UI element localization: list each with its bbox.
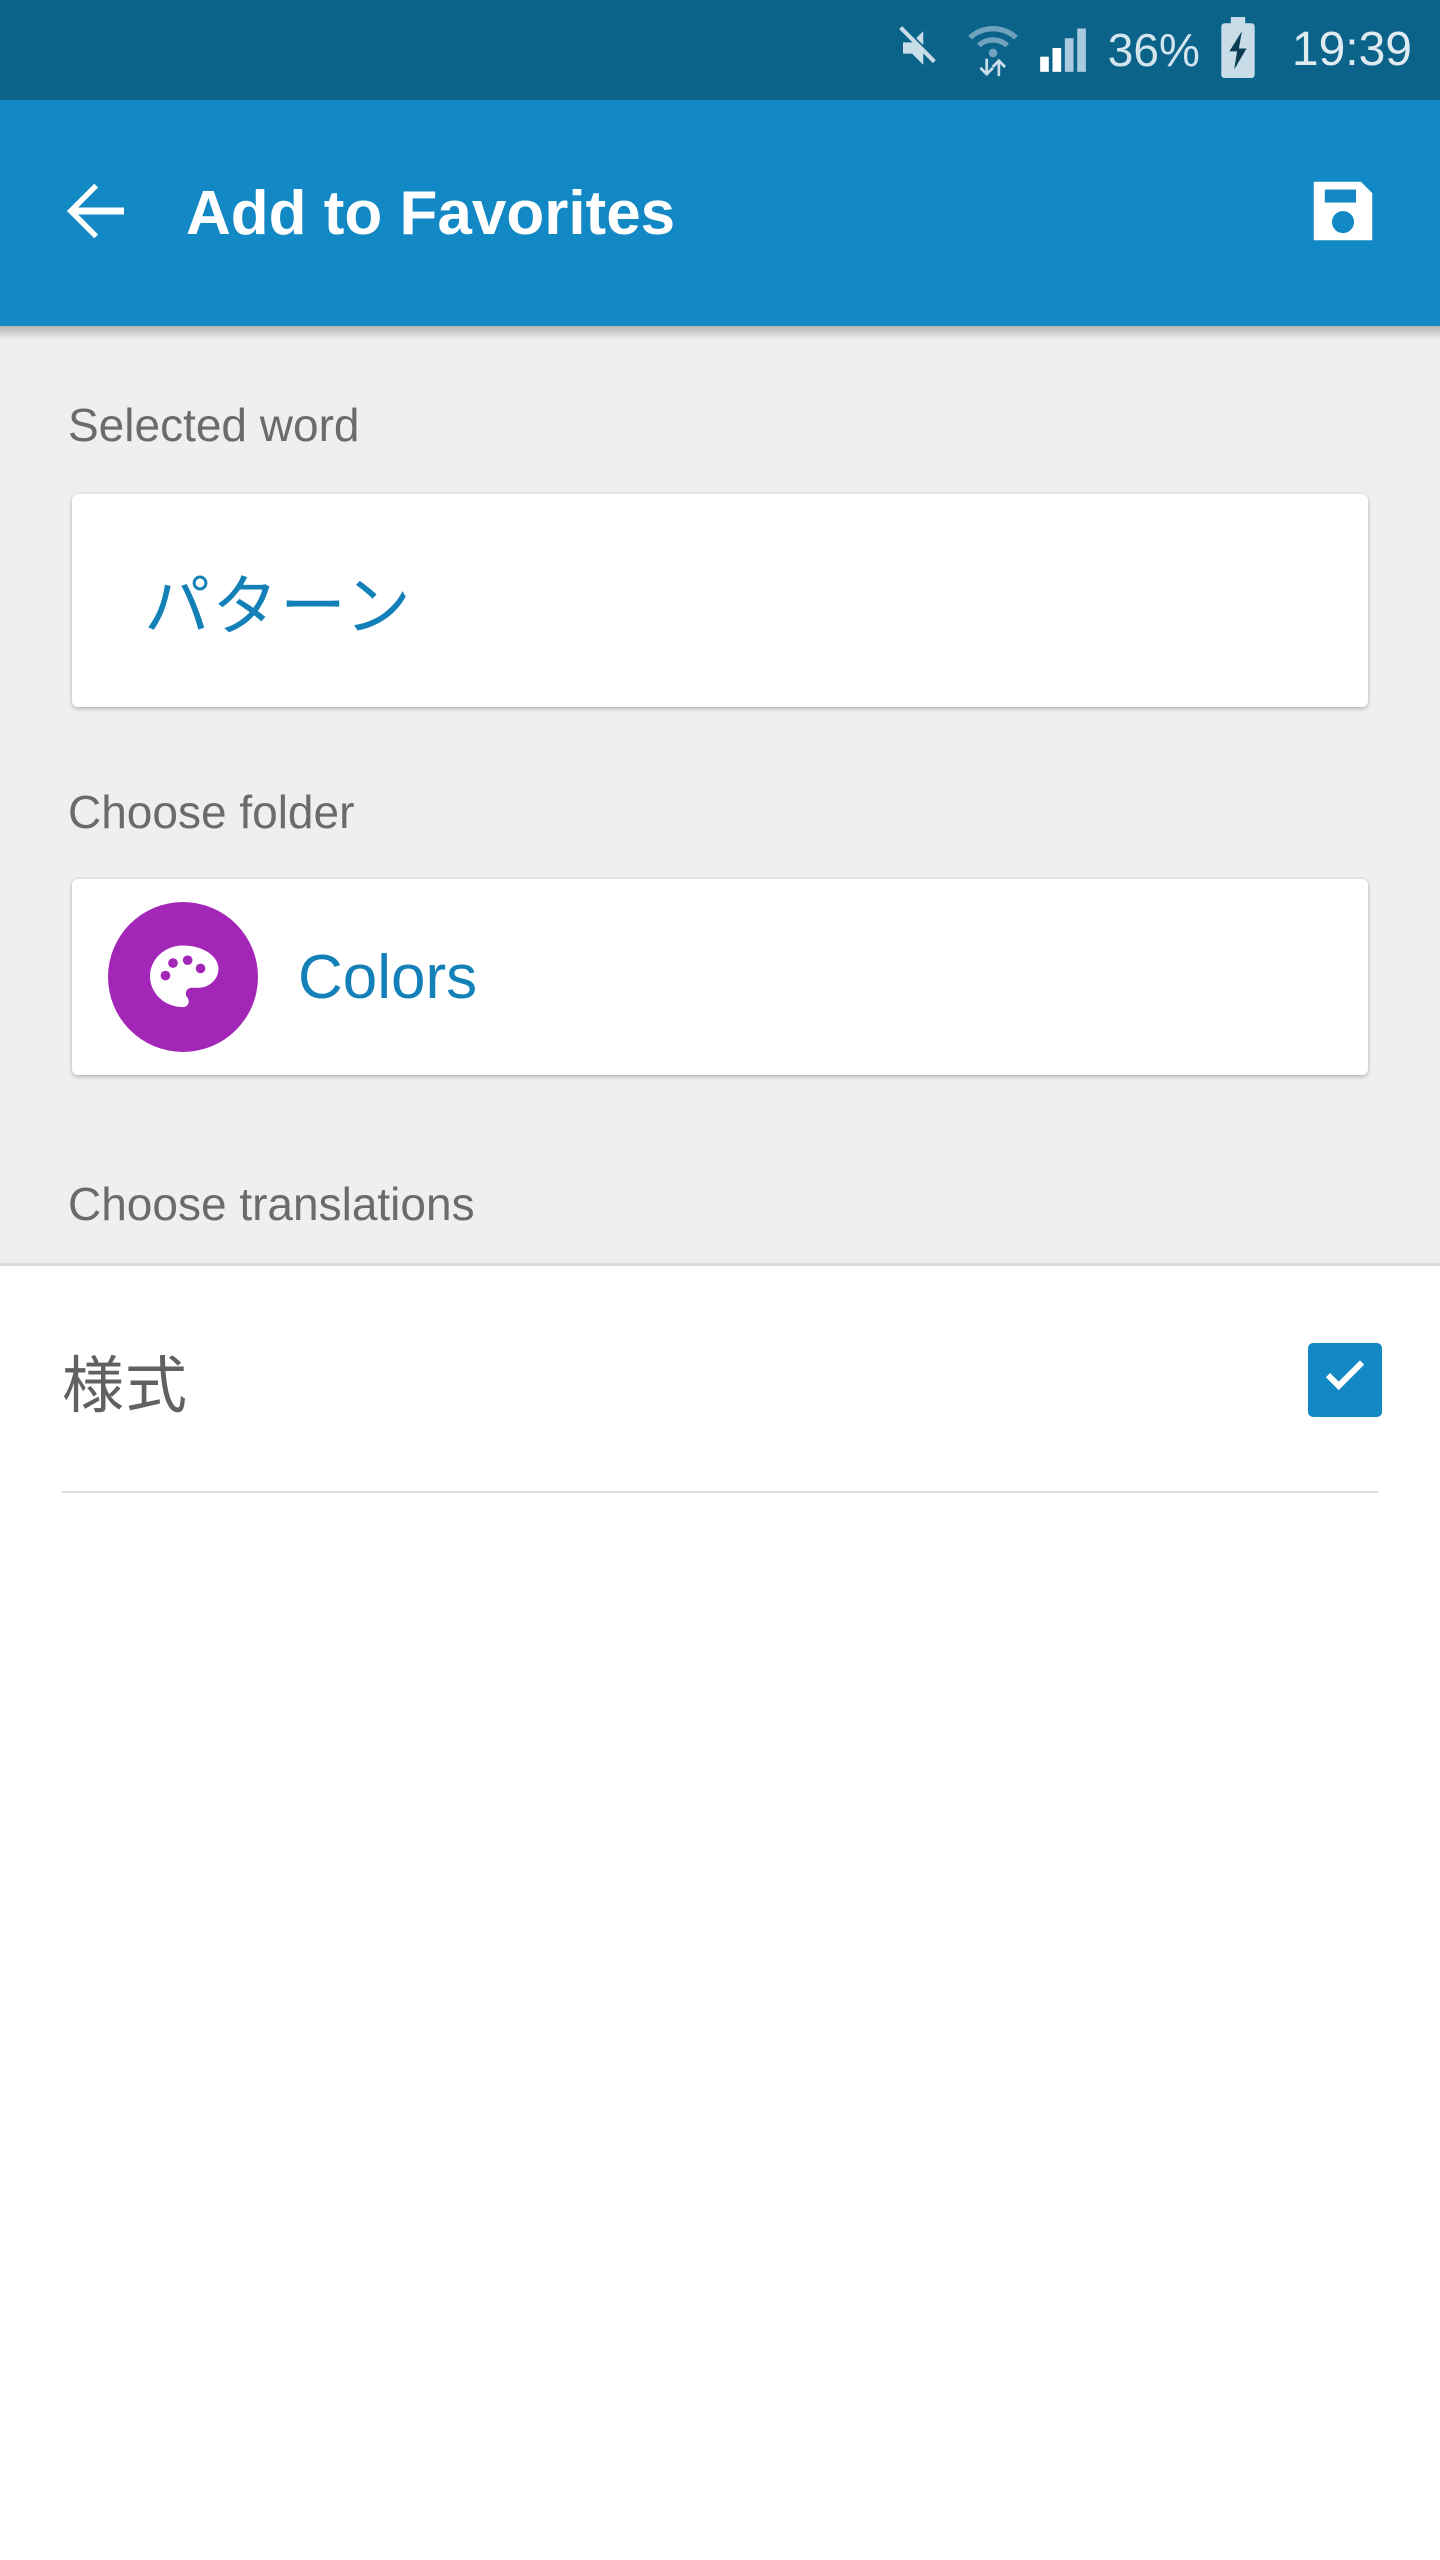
clock-label: 19:39 <box>1291 23 1412 76</box>
page-title: Add to Favorites <box>186 178 676 248</box>
signal-icon <box>1038 22 1090 79</box>
folder-selector-card[interactable]: Colors <box>72 879 1368 1075</box>
arrow-left-icon <box>54 169 138 258</box>
status-bar: 36% 19:39 <box>0 0 1440 100</box>
selected-word-card[interactable]: パターン <box>72 494 1368 707</box>
choose-folder-label: Choose folder <box>68 786 355 838</box>
battery-charging-icon <box>1218 16 1258 84</box>
save-button[interactable] <box>1288 158 1398 268</box>
app-screen: 36% 19:39 Add to Favorites Selected word… <box>0 0 1440 2560</box>
back-button[interactable] <box>40 157 152 269</box>
row-divider <box>62 1491 1378 1493</box>
save-floppy-icon <box>1304 172 1382 255</box>
translation-checkbox[interactable] <box>1308 1342 1382 1417</box>
selected-word-value: パターン <box>144 568 413 643</box>
status-icon-group: 36% 19:39 <box>894 16 1412 84</box>
battery-percent-label: 36% <box>1107 24 1200 76</box>
selected-word-label: Selected word <box>68 399 360 451</box>
app-bar-shadow <box>0 326 1440 340</box>
mute-icon <box>894 21 948 80</box>
palette-icon <box>108 902 258 1052</box>
wifi-icon <box>966 18 1020 83</box>
translation-text: 様式 <box>62 1351 189 1421</box>
list-item[interactable]: 様式 <box>0 1266 1440 1493</box>
app-bar: Add to Favorites <box>0 100 1440 326</box>
check-icon <box>1317 1349 1373 1410</box>
translations-list: 様式 <box>0 1266 1440 2560</box>
folder-name: Colors <box>298 942 478 1012</box>
choose-translations-label: Choose translations <box>68 1178 475 1230</box>
